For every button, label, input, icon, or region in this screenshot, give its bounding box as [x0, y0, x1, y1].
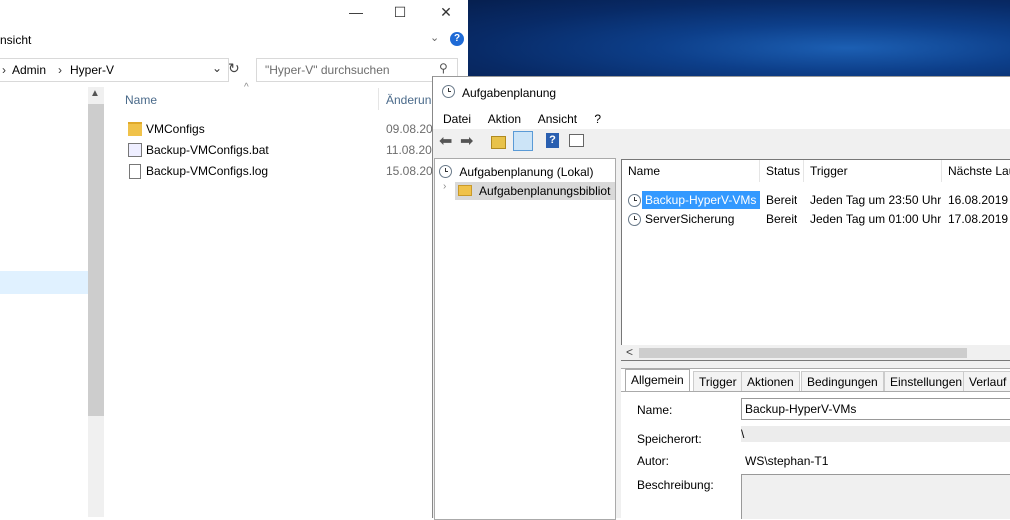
- task-next-run: 17.08.2019 0: [948, 212, 1010, 226]
- file-explorer-window: — ☐ ✕ nsicht ⌄ ? › Admin › Hyper-V ⌄ ↻ "…: [0, 0, 468, 517]
- menu-datei[interactable]: Datei: [443, 112, 471, 126]
- refresh-icon[interactable]: ↻: [228, 60, 240, 77]
- name-field-value: Backup-HyperV-VMs: [745, 402, 857, 416]
- desktop-background: [468, 0, 1010, 80]
- task-details-panel: Allgemein Trigger Aktionen Bedingungen E…: [621, 368, 1010, 519]
- tab-verlauf[interactable]: Verlauf: [963, 371, 1010, 392]
- clock-icon: [628, 194, 641, 207]
- menu-bar: Datei Aktion Ansicht ?: [433, 107, 1010, 129]
- tree-item-root-label: Aufgabenplanung (Lokal): [459, 165, 594, 179]
- author-value: WS\stephan-T1: [745, 454, 829, 468]
- tree-item-library[interactable]: Aufgabenplanungsbibliot: [455, 182, 615, 200]
- clock-icon: [442, 85, 455, 98]
- task-name: ServerSicherung: [645, 212, 735, 226]
- maximize-button[interactable]: ☐: [380, 4, 420, 21]
- location-field: \: [741, 426, 1010, 442]
- file-name: VMConfigs: [146, 122, 205, 136]
- task-trigger: Jeden Tag um 01:00 Uhr: [810, 212, 942, 226]
- up-folder-icon[interactable]: [491, 136, 506, 149]
- show-hide-console-tree-icon[interactable]: [513, 131, 533, 151]
- search-icon[interactable]: ⚲: [439, 61, 448, 75]
- forward-arrow-icon[interactable]: ➡: [460, 131, 478, 150]
- task-trigger: Jeden Tag um 23:50 Uhr: [810, 193, 942, 207]
- task-row[interactable]: ServerSicherung Bereit Jeden Tag um 01:0…: [624, 210, 1010, 228]
- column-header-status[interactable]: Status: [760, 160, 804, 182]
- address-bar[interactable]: › Admin › Hyper-V ⌄: [0, 58, 229, 82]
- column-divider[interactable]: [378, 88, 379, 110]
- tab-trigger[interactable]: Trigger: [693, 371, 743, 392]
- task-list: Name Status Trigger Nächste Lau Backup-H…: [621, 159, 1010, 361]
- tree-item-library-label: Aufgabenplanungsbibliot: [479, 184, 611, 198]
- task-status: Bereit: [766, 212, 798, 226]
- minimize-button[interactable]: —: [336, 4, 376, 20]
- location-value: \: [741, 427, 745, 441]
- task-name: Backup-HyperV-VMs: [642, 191, 760, 209]
- tab-einstellungen[interactable]: Einstellungen: [884, 371, 969, 392]
- sort-ascending-icon: ^: [244, 82, 249, 93]
- column-header-next-run[interactable]: Nächste Lau: [942, 160, 1010, 182]
- folder-clock-icon: [458, 185, 472, 196]
- clock-icon: [439, 165, 452, 178]
- console-tree: Aufgabenplanung (Lokal) › Aufgabenplanun…: [434, 158, 616, 520]
- help-icon[interactable]: ?: [450, 32, 464, 46]
- content-pane: Name Status Trigger Nächste Lau Backup-H…: [621, 159, 1010, 519]
- tree-item-root[interactable]: Aufgabenplanung (Lokal): [439, 165, 593, 179]
- chevron-down-icon[interactable]: ⌄: [212, 61, 222, 75]
- window-titlebar[interactable]: Aufgabenplanung: [433, 77, 1010, 107]
- name-field[interactable]: Backup-HyperV-VMs: [741, 398, 1010, 420]
- search-placeholder: "Hyper-V" durchsuchen: [265, 63, 390, 77]
- column-header-trigger[interactable]: Trigger: [804, 160, 942, 182]
- nav-selected-item[interactable]: [0, 271, 88, 294]
- tab-bedingungen[interactable]: Bedingungen: [801, 371, 884, 392]
- tab-aktionen[interactable]: Aktionen: [741, 371, 800, 392]
- folder-icon: [128, 122, 142, 136]
- horizontal-scrollbar-thumb[interactable]: [639, 348, 967, 358]
- tab-allgemein[interactable]: Allgemein: [625, 369, 690, 392]
- file-name: Backup-VMConfigs.log: [146, 164, 269, 178]
- text-file-icon: [129, 164, 141, 179]
- column-header-name[interactable]: Name: [125, 93, 157, 107]
- ribbon-tab-view[interactable]: nsicht: [0, 33, 31, 47]
- file-name: Backup-VMConfigs.bat: [146, 143, 269, 157]
- back-arrow-icon[interactable]: ⬅: [439, 131, 457, 150]
- search-input[interactable]: "Hyper-V" durchsuchen ⚲: [256, 58, 458, 82]
- chevron-down-icon[interactable]: ⌄: [430, 31, 439, 44]
- task-next-run: 16.08.2019 2: [948, 193, 1010, 207]
- task-scheduler-window: Aufgabenplanung Datei Aktion Ansicht ? ⬅…: [432, 76, 1010, 520]
- scroll-up-icon[interactable]: ▲: [90, 88, 100, 99]
- batch-file-icon: [128, 143, 142, 157]
- description-field[interactable]: [741, 474, 1010, 519]
- menu-aktion[interactable]: Aktion: [488, 112, 521, 126]
- name-label: Name:: [637, 403, 673, 417]
- clock-icon: [628, 213, 641, 226]
- column-header-modified[interactable]: Änderun: [386, 93, 431, 107]
- task-row-selected[interactable]: Backup-HyperV-VMs Bereit Jeden Tag um 23…: [624, 191, 1010, 209]
- menu-ansicht[interactable]: Ansicht: [538, 112, 577, 126]
- column-header-name[interactable]: Name: [622, 160, 760, 182]
- breadcrumb-separator-icon: ›: [58, 63, 62, 77]
- show-action-pane-icon[interactable]: [569, 134, 584, 147]
- description-label: Beschreibung:: [637, 478, 714, 492]
- task-status: Bereit: [766, 193, 798, 207]
- file-date: 11.08.201: [386, 143, 439, 157]
- breadcrumb-separator-icon: ›: [2, 63, 6, 77]
- scroll-left-icon[interactable]: <: [626, 345, 633, 359]
- author-label: Autor:: [637, 454, 670, 468]
- location-label: Speicherort:: [637, 432, 702, 446]
- close-button[interactable]: ✕: [426, 4, 466, 21]
- window-title: Aufgabenplanung: [462, 86, 557, 100]
- breadcrumb-hyper-v[interactable]: Hyper-V: [70, 63, 114, 77]
- tab-divider: [621, 391, 1010, 392]
- help-icon[interactable]: ?: [546, 133, 559, 148]
- breadcrumb-admin[interactable]: Admin: [12, 63, 46, 77]
- nav-scrollbar-thumb[interactable]: [88, 104, 104, 416]
- expand-chevron-icon[interactable]: ›: [443, 181, 446, 192]
- menu-help[interactable]: ?: [594, 112, 601, 126]
- toolbar: ⬅ ➡ ?: [433, 129, 1010, 155]
